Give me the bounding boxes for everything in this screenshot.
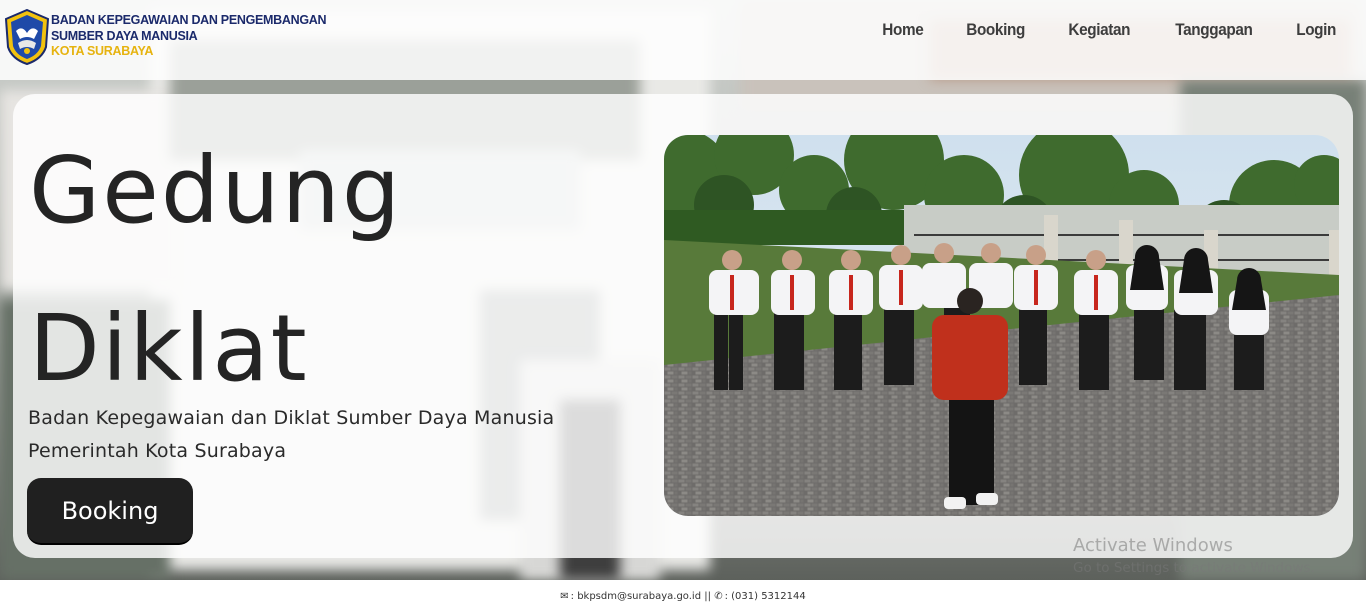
brand-line-1: BADAN KEPEGAWAIAN DAN PENGEMBANGAN bbox=[51, 13, 327, 27]
main-nav: Home Booking Kegiatan Tanggapan Login bbox=[880, 20, 1338, 40]
hero-subtitle-line-1: Badan Kepegawaian dan Diklat Sumber Daya… bbox=[28, 407, 555, 429]
watermark-title: Activate Windows bbox=[1073, 535, 1233, 556]
surabaya-crest-logo[interactable] bbox=[4, 9, 50, 65]
phone-icon: ✆ bbox=[714, 591, 723, 602]
footer-phone[interactable]: : (031) 5312144 bbox=[725, 591, 806, 602]
activate-windows-watermark: Activate Windows Go to Settings to activ… bbox=[1073, 534, 1315, 578]
brand-line-2: SUMBER DAYA MANUSIA bbox=[51, 28, 198, 43]
site-header: BADAN KEPEGAWAIAN DAN PENGEMBANGAN SUMBE… bbox=[0, 0, 1366, 80]
brand-line-3: KOTA SURABAYA bbox=[51, 44, 154, 58]
nav-login[interactable]: Login bbox=[1296, 20, 1336, 40]
watermark-subtitle: Go to Settings to activate Windows. bbox=[1073, 560, 1315, 576]
hero-subtitle: Badan Kepegawaian dan Diklat Sumber Daya… bbox=[28, 402, 628, 468]
envelope-icon: ✉ bbox=[560, 591, 569, 602]
contact-footer: ✉: bkpsdm@surabaya.go.id || ✆: (031) 531… bbox=[0, 580, 1366, 604]
booking-button[interactable]: Booking bbox=[27, 478, 193, 545]
brand-name[interactable]: BADAN KEPEGAWAIAN DAN PENGEMBANGAN SUMBE… bbox=[51, 13, 327, 60]
hero-title: Gedung Diklat bbox=[29, 112, 629, 428]
footer-separator: || bbox=[704, 591, 711, 602]
nav-booking[interactable]: Booking bbox=[966, 20, 1025, 40]
hero-subtitle-line-2: Pemerintah Kota Surabaya bbox=[28, 440, 287, 462]
nav-home[interactable]: Home bbox=[883, 20, 924, 40]
nav-tanggapan[interactable]: Tanggapan bbox=[1175, 20, 1253, 40]
nav-kegiatan[interactable]: Kegiatan bbox=[1069, 20, 1131, 40]
group-photo-image bbox=[664, 135, 1339, 516]
footer-email[interactable]: : bkpsdm@surabaya.go.id bbox=[571, 591, 701, 602]
hero-title-line-1: Gedung bbox=[29, 137, 403, 244]
hero-photo bbox=[664, 135, 1339, 516]
